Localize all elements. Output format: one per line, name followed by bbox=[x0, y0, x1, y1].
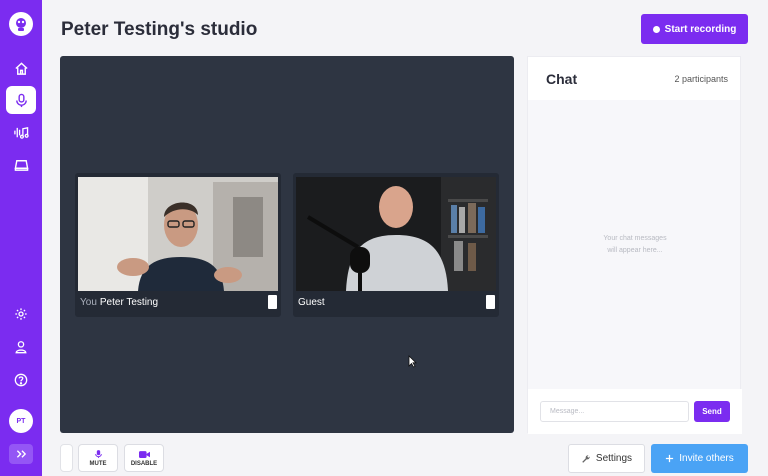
user-icon bbox=[15, 341, 27, 354]
double-chevron-right-icon bbox=[16, 450, 26, 458]
participant-tile-guest: Guest bbox=[293, 173, 499, 317]
video-stage: You Peter Testing Guest bbox=[60, 56, 514, 433]
participant-count: 2 participants bbox=[674, 73, 728, 84]
help-circle-icon bbox=[14, 373, 28, 387]
page-title: Peter Testing's studio bbox=[61, 19, 258, 40]
controls-handle[interactable] bbox=[60, 444, 73, 472]
audio-wave-music-icon bbox=[14, 126, 29, 139]
plus-icon bbox=[666, 454, 674, 463]
home-icon bbox=[14, 61, 28, 75]
settings-button[interactable]: Settings bbox=[568, 444, 645, 473]
sidebar-item-help[interactable] bbox=[6, 366, 36, 394]
guest-video-feed bbox=[296, 177, 496, 291]
sidebar-item-settings[interactable] bbox=[6, 300, 36, 328]
participant-tile-host: You Peter Testing bbox=[75, 173, 281, 317]
chat-message-input[interactable] bbox=[540, 401, 689, 422]
participant-status-indicator bbox=[268, 295, 277, 309]
record-dot-icon bbox=[652, 25, 660, 33]
microphone-icon bbox=[15, 93, 27, 107]
expand-sidebar-button[interactable] bbox=[9, 444, 33, 464]
sidebar-item-home[interactable] bbox=[6, 54, 36, 82]
sidebar-item-library[interactable] bbox=[6, 150, 36, 178]
sidebar-item-account[interactable] bbox=[6, 333, 36, 361]
start-recording-button[interactable]: Start recording bbox=[641, 14, 748, 44]
folder-tray-icon bbox=[14, 159, 28, 171]
wrench-icon bbox=[582, 454, 590, 463]
mouse-cursor-icon bbox=[408, 355, 417, 368]
send-button[interactable]: Send bbox=[694, 401, 730, 422]
video-camera-icon bbox=[138, 450, 150, 458]
chat-empty-state: Your chat messages will appear here... bbox=[603, 235, 667, 254]
disable-camera-button[interactable]: DISABLE bbox=[124, 444, 164, 472]
sidebar: PT bbox=[0, 0, 42, 476]
sidebar-item-studio[interactable] bbox=[6, 86, 36, 114]
chat-compose: Send bbox=[528, 389, 742, 434]
participant-name-host: You Peter Testing bbox=[80, 297, 159, 308]
logo-icon[interactable] bbox=[9, 12, 33, 36]
invite-others-button[interactable]: Invite others bbox=[651, 444, 748, 473]
avatar[interactable]: PT bbox=[9, 409, 33, 433]
start-recording-label: Start recording bbox=[664, 23, 737, 35]
chat-header: Chat 2 participants bbox=[528, 57, 740, 100]
participant-status-indicator bbox=[486, 295, 495, 309]
gear-icon bbox=[15, 308, 27, 320]
host-video-feed bbox=[78, 177, 278, 291]
participant-name-guest: Guest bbox=[298, 297, 325, 308]
sidebar-item-audio[interactable] bbox=[6, 118, 36, 146]
mute-button[interactable]: MUTE bbox=[78, 444, 118, 472]
microphone-icon bbox=[94, 450, 102, 458]
chat-panel: Chat 2 participants Your chat messages w… bbox=[527, 56, 742, 434]
chat-title: Chat bbox=[546, 70, 578, 87]
